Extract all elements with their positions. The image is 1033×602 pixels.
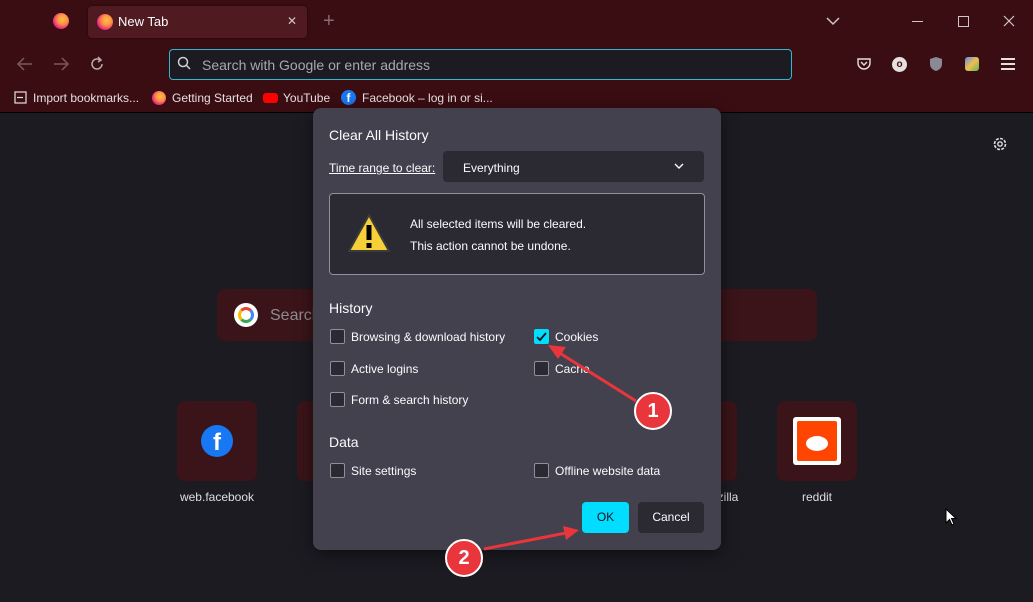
- annotation-marker-1: 1: [634, 392, 672, 430]
- annotation-arrows: [483, 345, 637, 551]
- mouse-cursor-icon: [945, 508, 957, 526]
- annotation-marker-2: 2: [445, 539, 483, 577]
- arrow-2-line: [483, 531, 567, 551]
- arrow-2-head: [563, 526, 579, 540]
- arrow-1-line: [557, 350, 637, 403]
